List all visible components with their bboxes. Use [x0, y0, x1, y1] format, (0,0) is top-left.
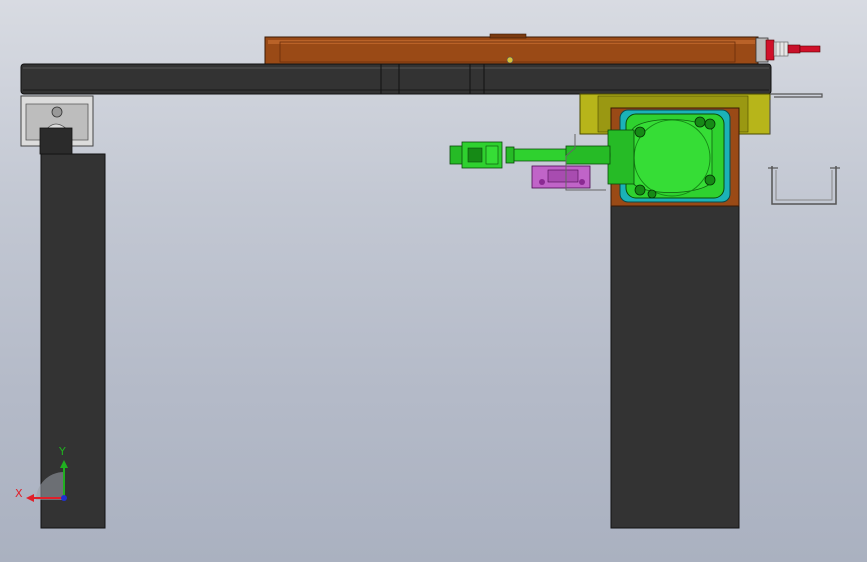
top-bolt — [506, 56, 514, 64]
wooden-top-beam[interactable] — [264, 33, 759, 66]
motor-bolt-tr — [694, 116, 706, 128]
proximity-sensor[interactable] — [755, 37, 821, 63]
left-vertical-post[interactable] — [40, 153, 106, 529]
motor-bolt-tl — [634, 126, 646, 138]
linear-guide-block[interactable] — [20, 95, 94, 155]
x-axis-label: X — [15, 487, 23, 500]
cad-assembly-drawing: X Y — [15, 33, 840, 529]
right-vertical-post[interactable] — [610, 204, 740, 529]
y-axis-label: Y — [58, 445, 66, 458]
sheet-metal-bracket — [769, 93, 823, 134]
main-horizontal-beam[interactable] — [20, 63, 772, 95]
cad-viewport[interactable]: X Y — [0, 0, 867, 562]
terminal-block[interactable] — [531, 165, 591, 189]
motor-bolt-br — [704, 174, 716, 186]
motor-bolt-bm — [647, 189, 657, 199]
z-axis-marker — [61, 495, 67, 501]
cable-clip-bracket[interactable] — [768, 166, 840, 205]
cable-connector[interactable] — [449, 141, 503, 169]
motor-bolt-tr2 — [704, 118, 716, 130]
motor-cable[interactable] — [505, 145, 611, 165]
motor-bolt-bl — [634, 184, 646, 196]
